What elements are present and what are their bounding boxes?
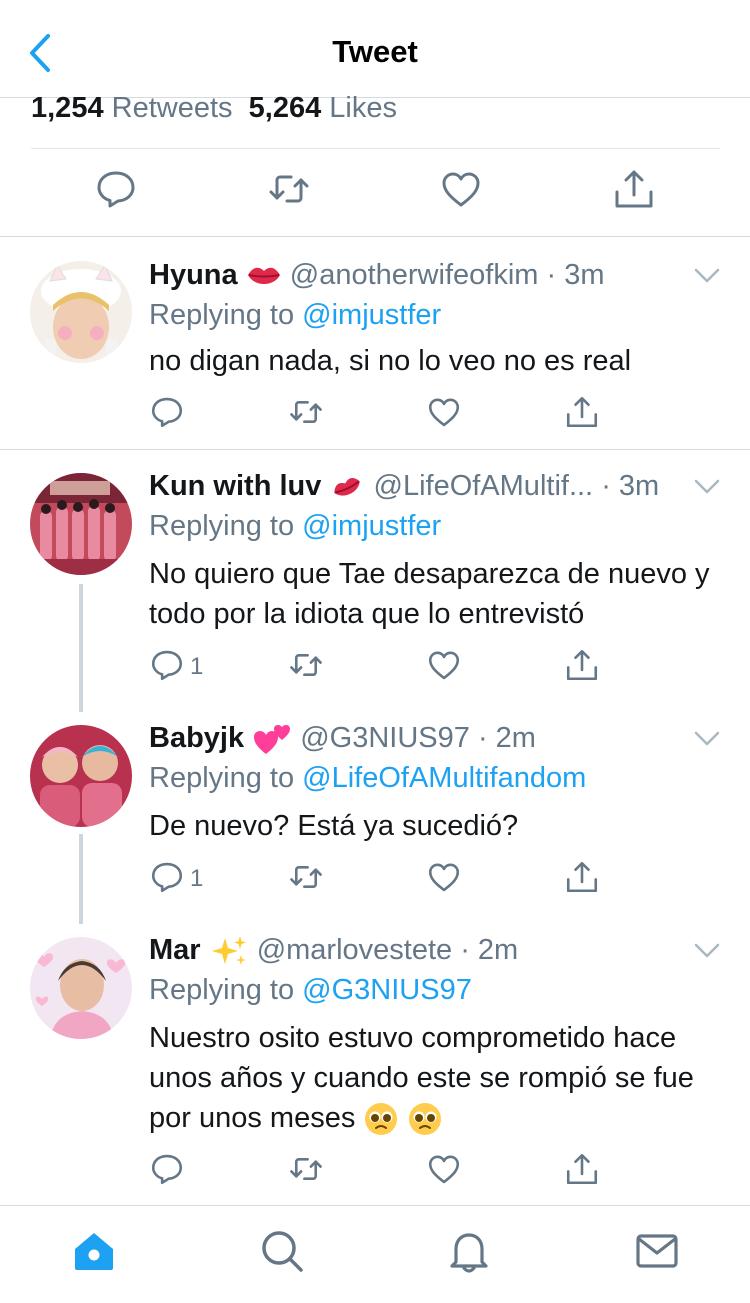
likes-count[interactable]: 5,264 [249, 92, 322, 124]
avatar[interactable] [30, 473, 132, 575]
tweet-text: no digan nada, si no lo veo no es real [149, 345, 632, 377]
tweet-stats: 1,254 Retweets 5,264 Likes [31, 92, 397, 125]
mention-link[interactable]: @imjustfer [302, 510, 441, 542]
retweets-count[interactable]: 1,254 [31, 92, 104, 124]
reply-actions [0, 1152, 750, 1192]
user-handle[interactable]: @LifeOfAMultif... [374, 470, 594, 502]
avatar[interactable] [30, 261, 132, 363]
mention-link[interactable]: @LifeOfAMultifandom [302, 762, 586, 794]
reply-icon[interactable] [95, 168, 137, 210]
pleading-face-emoji-icon [363, 1101, 399, 1137]
display-name[interactable]: Hyuna [149, 259, 238, 291]
display-name[interactable]: Kun with luv [149, 470, 321, 502]
sparkles-emoji-icon [209, 934, 249, 968]
timestamp: · 3m [546, 259, 605, 291]
reply-header: Kun with luv @LifeOfAMultif... · 3m [149, 470, 659, 503]
mention-link[interactable]: @G3NIUS97 [302, 974, 472, 1006]
reply-actions [0, 395, 750, 435]
retweet-icon[interactable] [289, 395, 323, 429]
likes-label[interactable]: Likes [329, 92, 397, 124]
stats-divider [31, 148, 720, 149]
reply-actions: 1 [0, 860, 750, 900]
reply-icon[interactable] [150, 395, 184, 429]
share-icon[interactable] [565, 648, 599, 682]
user-handle[interactable]: @anotherwifeofkim [290, 259, 539, 291]
messages-icon[interactable] [634, 1228, 680, 1274]
like-icon[interactable] [427, 860, 461, 894]
top-nav-bar: Tweet [0, 0, 750, 98]
timestamp: · 3m [601, 470, 660, 502]
avatar[interactable] [30, 725, 132, 827]
reply-count: 1 [190, 865, 204, 892]
user-handle[interactable]: @marlovestete [257, 934, 452, 966]
tweet-text-block: Nuestro osito estuvo comprometido hace u… [149, 1018, 729, 1138]
reply-icon[interactable] [150, 1152, 184, 1186]
share-icon[interactable] [565, 1152, 599, 1186]
replying-prefix: Replying to [149, 299, 295, 331]
like-icon[interactable] [427, 648, 461, 682]
lips-emoji-icon [246, 263, 282, 289]
reply-icon[interactable] [150, 860, 184, 894]
avatar[interactable] [30, 937, 132, 1039]
notifications-icon[interactable] [446, 1228, 492, 1274]
like-icon[interactable] [427, 1152, 461, 1186]
retweet-icon[interactable] [289, 648, 323, 682]
replying-prefix: Replying to [149, 974, 295, 1006]
retweets-label[interactable]: Retweets [112, 92, 233, 124]
bottom-tab-bar [0, 1205, 750, 1303]
timestamp: · 2m [477, 722, 536, 754]
replying-to: Replying to @imjustfer [149, 299, 441, 332]
tweet-text: No quiero que Tae desaparezca de nuevo y… [149, 558, 710, 630]
display-name[interactable]: Babyjk [149, 722, 244, 754]
reply-tweet[interactable]: Babyjk @G3NIUS97 · 2m Replying to @LifeO… [0, 712, 750, 924]
mention-link[interactable]: @imjustfer [302, 299, 441, 331]
share-icon[interactable] [565, 860, 599, 894]
reply-actions: 1 [0, 648, 750, 688]
pleading-face-emoji-icon [407, 1101, 443, 1137]
reply-header: Mar @marlovestete · 2m [149, 934, 518, 968]
more-chevron-icon[interactable] [694, 730, 720, 748]
reply-header: Hyuna @anotherwifeofkim · 3m [149, 259, 604, 292]
replying-to: Replying to @G3NIUS97 [149, 974, 472, 1007]
retweet-icon[interactable] [289, 860, 323, 894]
kiss-mark-emoji-icon [329, 473, 365, 501]
replying-prefix: Replying to [149, 510, 295, 542]
display-name[interactable]: Mar [149, 934, 201, 966]
reply-icon[interactable] [150, 648, 184, 682]
user-handle[interactable]: @G3NIUS97 [300, 722, 470, 754]
home-icon[interactable] [71, 1228, 117, 1274]
reply-tweet[interactable]: Hyuna @anotherwifeofkim · 3m Replying to… [0, 237, 750, 449]
retweet-icon[interactable] [289, 1152, 323, 1186]
search-icon[interactable] [259, 1228, 305, 1274]
more-chevron-icon[interactable] [694, 942, 720, 960]
share-icon[interactable] [613, 168, 655, 210]
two-hearts-emoji-icon [252, 722, 292, 756]
retweet-icon[interactable] [268, 168, 310, 210]
replying-to: Replying to @LifeOfAMultifandom [149, 762, 586, 795]
main-tweet-actions [0, 162, 750, 226]
reply-tweet[interactable]: Kun with luv @LifeOfAMultif... · 3m Repl… [0, 450, 750, 712]
reply-count: 1 [190, 653, 204, 680]
more-chevron-icon[interactable] [694, 267, 720, 285]
tweet-text: De nuevo? Está ya sucedió? [149, 810, 519, 842]
like-icon[interactable] [440, 168, 482, 210]
more-chevron-icon[interactable] [694, 478, 720, 496]
timestamp: · 2m [460, 934, 519, 966]
replying-prefix: Replying to [149, 762, 295, 794]
like-icon[interactable] [427, 395, 461, 429]
page-title: Tweet [332, 34, 418, 69]
replying-to: Replying to @imjustfer [149, 510, 441, 543]
reply-header: Babyjk @G3NIUS97 · 2m [149, 722, 536, 756]
reply-tweet[interactable]: Mar @marlovestete · 2m Replying to @G3NI… [0, 924, 750, 1205]
share-icon[interactable] [565, 395, 599, 429]
